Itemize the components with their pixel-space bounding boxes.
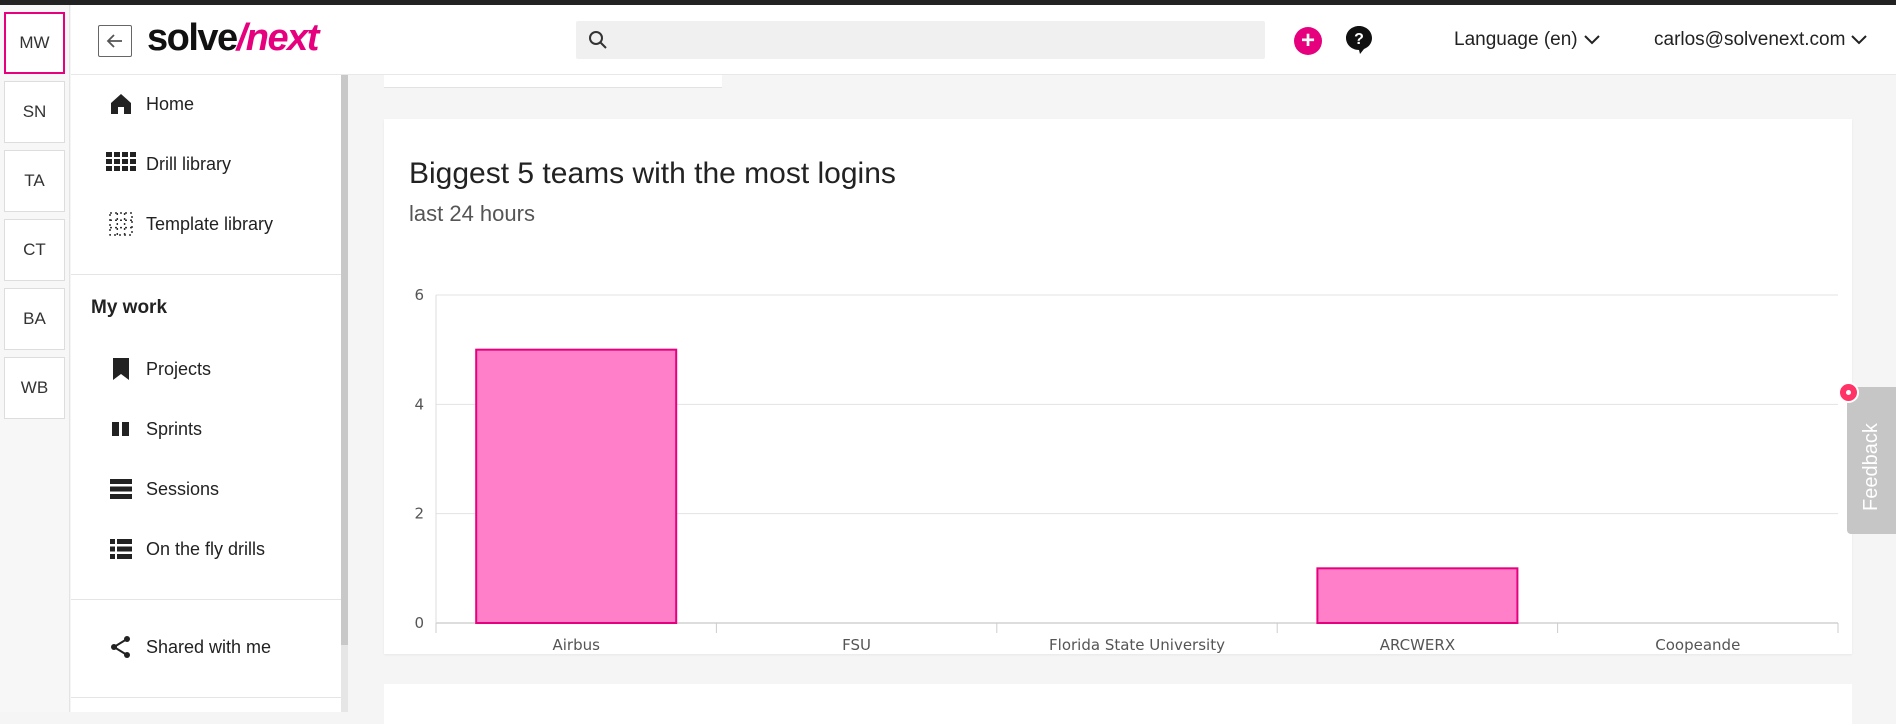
search-icon [588, 30, 608, 55]
sidebar-divider [71, 599, 341, 600]
sidebar-item-label: Template library [146, 213, 274, 234]
solvenext-logo[interactable]: solve/next [147, 17, 319, 60]
workspace-sn[interactable]: SN [4, 81, 65, 143]
sidebar-item-template-library[interactable]: Template library [106, 209, 273, 239]
sidebar-item-label: On the fly drills [146, 538, 266, 559]
sidebar-item-projects[interactable]: Projects [106, 354, 211, 384]
y-tick-label: 4 [414, 395, 424, 413]
sidebar-item-label: Drill library [146, 153, 231, 174]
share-icon [106, 632, 136, 662]
language-selector[interactable]: Language (en) [1454, 29, 1600, 51]
top-header: solve/next + ? Language (en) carlos@solv… [71, 5, 1896, 75]
search-input[interactable] [576, 21, 1265, 59]
sidebar-divider [71, 274, 341, 275]
x-tick-label: ARCWERX [1380, 636, 1455, 654]
sidebar-scrollbar-thumb[interactable] [341, 75, 348, 645]
sidebar-item-label: Shared with me [146, 636, 272, 657]
main-content: Biggest 5 teams with the most logins las… [349, 75, 1896, 724]
bar [1316, 567, 1519, 625]
sidebar-divider [71, 697, 341, 698]
user-email: carlos@solvenext.com [1654, 29, 1846, 50]
svg-text:?: ? [1354, 31, 1364, 48]
y-tick-label: 6 [414, 286, 424, 304]
sidebar-item-label: Sprints [146, 418, 203, 439]
sidebar-item-label: Home [146, 93, 195, 114]
help-icon[interactable]: ? [1345, 25, 1373, 60]
language-label: Language (en) [1454, 29, 1578, 50]
next-card [384, 684, 1852, 724]
feedback-tab[interactable]: Feedback [1847, 387, 1896, 534]
sidebar-item-sprints[interactable]: Sprints [106, 414, 202, 444]
dotted-grid-icon [106, 209, 136, 239]
sidebar-item-label: Projects [146, 358, 212, 379]
add-button[interactable]: + [1294, 27, 1322, 55]
sidebar-item-on-the-fly-drills[interactable]: On the fly drills [106, 534, 265, 564]
sidebar-item-sessions[interactable]: Sessions [106, 474, 219, 504]
home-icon [106, 89, 136, 119]
sidebar-item-drill-library[interactable]: Drill library [106, 149, 231, 179]
list-icon [106, 534, 136, 564]
feedback-label: Feedback [1860, 423, 1882, 511]
back-button[interactable] [98, 25, 132, 57]
bar-chart: 0 2 4 6 Airbus FSU Florida State University ARC… [414, 286, 1839, 654]
workspace-wb[interactable]: WB [4, 357, 65, 419]
workspace-ta[interactable]: TA [4, 150, 65, 212]
x-tick-label: FSU [842, 636, 871, 654]
chevron-down-icon [1851, 35, 1868, 45]
sidebar-item-shared-with-me[interactable]: Shared with me [106, 632, 271, 662]
rows-icon [106, 474, 136, 504]
previous-card [384, 75, 722, 88]
arrow-left-icon [106, 34, 122, 48]
user-menu[interactable]: carlos@solvenext.com [1654, 29, 1868, 51]
logins-chart-card: Biggest 5 teams with the most logins las… [384, 119, 1852, 654]
workspace-mw[interactable]: MW [4, 12, 65, 74]
x-tick-label: Coopeande [1655, 636, 1740, 654]
chevron-down-icon [1583, 35, 1600, 45]
bookmark-icon [106, 354, 136, 384]
sidebar-item-home[interactable]: Home [106, 89, 194, 119]
sidebar-item-label: Sessions [146, 478, 220, 499]
bar [475, 348, 678, 625]
x-tick-label: Florida State University [1049, 636, 1225, 654]
grid-icon [106, 149, 136, 179]
y-tick-label: 2 [414, 505, 424, 523]
columns-icon [106, 414, 136, 444]
y-tick-label: 0 [414, 614, 424, 632]
workspace-ba[interactable]: BA [4, 288, 65, 350]
feedback-notification-dot [1838, 382, 1859, 403]
workspace-ct[interactable]: CT [4, 219, 65, 281]
sidebar-section-title: My work [91, 297, 168, 318]
x-tick-label: Airbus [552, 636, 600, 654]
workspace-rail: MW SN TA CT BA WB [0, 5, 70, 712]
sidebar: Home Drill library Template library My w… [71, 75, 341, 712]
